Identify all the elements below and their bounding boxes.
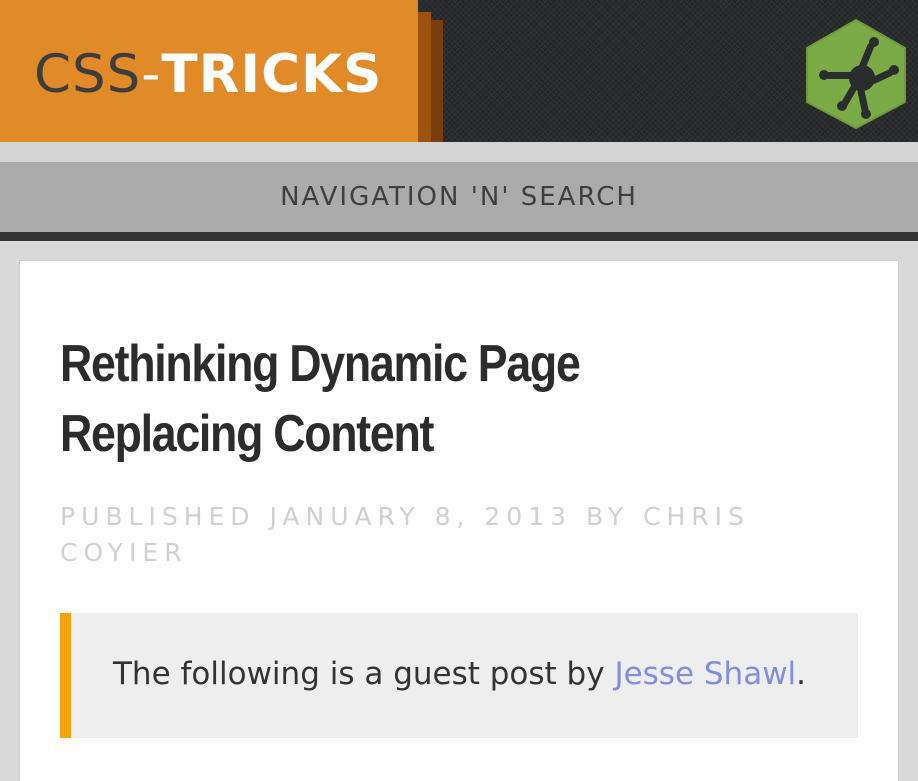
note-text: The following is a guest post by Jesse S… [113,651,806,697]
nav-divider [0,232,918,241]
site-logo[interactable]: CSS-TRICKS [0,0,418,142]
logo-text: CSS-TRICKS [34,40,382,110]
note-text-before: The following is a guest post by [113,656,615,692]
by-label: BY [586,502,630,531]
guest-author-link[interactable]: Jesse Shawl [614,656,796,692]
article-meta: PUBLISHED JANUARY 8, 2013 BY CHRIS COYIE… [60,499,820,571]
article-title[interactable]: Rethinking Dynamic Page Replacing Conten… [60,329,714,469]
logo-dash: - [141,44,162,105]
published-date[interactable]: JANUARY 8, 2013 [270,502,573,531]
frog-hexagon-icon[interactable] [804,18,908,130]
article-card: Rethinking Dynamic Page Replacing Conten… [20,261,898,781]
site-header: CSS-TRICKS [0,0,918,142]
logo-css: CSS [34,44,142,105]
note-text-after: . [796,656,807,692]
guest-post-note: The following is a guest post by Jesse S… [60,613,858,738]
published-label: PUBLISHED [60,502,256,531]
nav-gap [0,142,918,162]
nav-search-toggle[interactable]: NAVIGATION 'N' SEARCH [280,182,638,212]
nav-bar: NAVIGATION 'N' SEARCH [0,162,918,232]
logo-tricks: TRICKS [161,44,383,105]
